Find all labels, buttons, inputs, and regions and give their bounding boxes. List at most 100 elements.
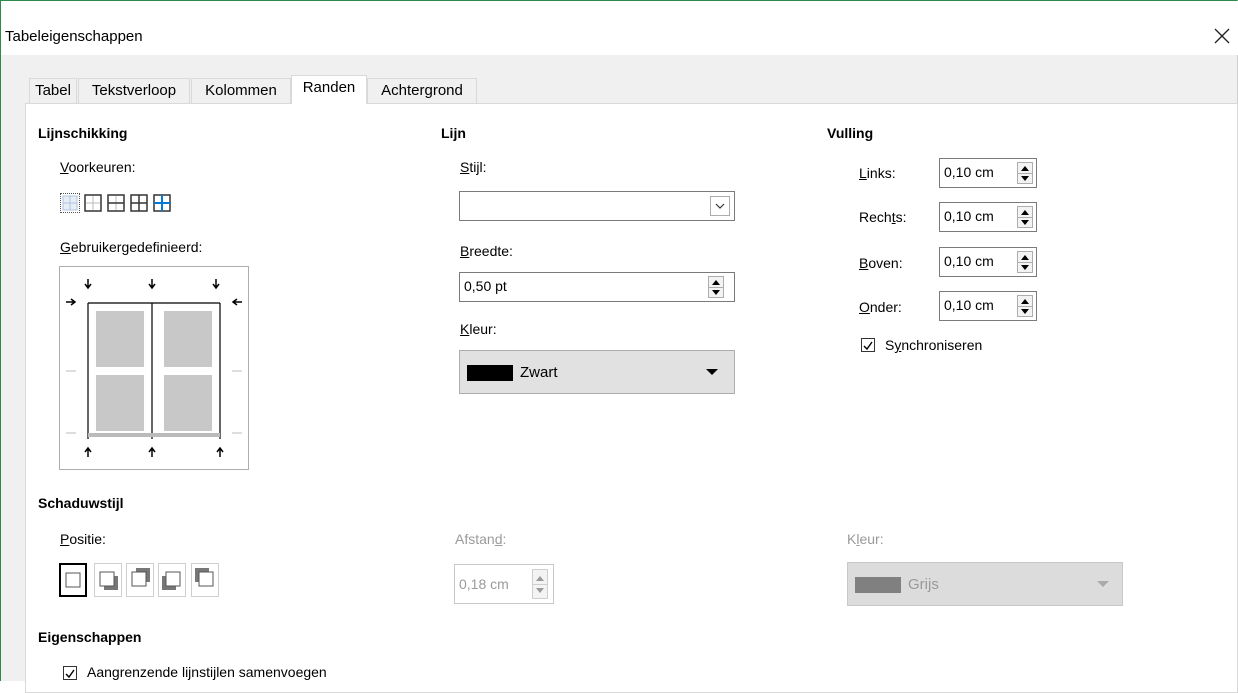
padding-right-input[interactable]: 0,10 cm: [939, 202, 1037, 232]
checkmark-icon: [863, 341, 873, 351]
line-heading: Lijn: [441, 125, 466, 141]
width-label-rest: reedte:: [469, 243, 513, 259]
merge-adjacent-checkbox[interactable]: [63, 666, 77, 680]
shadow-color-post: eur:: [859, 531, 884, 547]
border-outer-inner-icon: [153, 194, 171, 212]
sync-pre: S: [885, 337, 895, 353]
presets-label-rest: oorkeuren:: [68, 159, 136, 175]
distance-post: :: [502, 531, 507, 547]
width-spin-buttons[interactable]: [708, 276, 724, 298]
padding-bottom-value: 0,10 cm: [944, 297, 994, 313]
presets-label: Voorkeuren:: [60, 159, 136, 175]
padding-left-spin[interactable]: [1017, 162, 1033, 184]
padding-left-input[interactable]: 0,10 cm: [939, 158, 1037, 188]
position-mnemonic: P: [60, 531, 70, 547]
border-none-icon: [62, 195, 78, 211]
preset-all-button[interactable]: [129, 193, 149, 213]
line-color-mnemonic: K: [460, 321, 470, 337]
style-label-rest: tijl:: [469, 159, 487, 175]
padding-top-mnemonic: B: [859, 255, 869, 271]
shadow-top-right-button[interactable]: [126, 563, 154, 597]
preset-none-button[interactable]: [60, 193, 80, 213]
padding-top-label: Boven:: [859, 255, 903, 271]
padding-bottom-label: Onder:: [859, 299, 902, 315]
shadow-top-right-icon: [131, 568, 150, 587]
border-editor[interactable]: [59, 266, 249, 470]
padding-right-pre: Rech: [859, 209, 892, 225]
preset-outer-inner-button[interactable]: [152, 193, 172, 213]
shadow-bottom-left-icon: [162, 571, 181, 590]
shadow-color-label: Kleur:: [847, 531, 884, 547]
line-color-label: Kleur:: [460, 321, 497, 337]
dialog-window: Tabeleigenschappen Tabel Tekstverloop Ko…: [0, 0, 1238, 693]
dropdown-arrow-icon: [706, 369, 718, 375]
shadow-bottom-left-button[interactable]: [158, 563, 186, 597]
shadow-distance-spin[interactable]: [532, 569, 548, 599]
line-color-swatch: [467, 365, 513, 381]
style-dropdown-button[interactable]: [710, 196, 730, 216]
border-all-icon: [130, 194, 148, 212]
user-defined-label-rest: ebruikergedefinieerd:: [70, 239, 203, 255]
position-label-rest: ositie:: [69, 531, 106, 547]
synchronize-checkbox[interactable]: [861, 338, 875, 352]
checkmark-icon: [65, 669, 75, 679]
properties-heading: Eigenschappen: [38, 629, 142, 645]
line-color-button[interactable]: Zwart: [459, 350, 735, 394]
shadow-top-left-button[interactable]: [191, 563, 219, 597]
shadow-color-pre: K: [847, 531, 857, 547]
padding-heading: Vulling: [827, 125, 874, 141]
padding-right-spin[interactable]: [1017, 206, 1033, 228]
shadow-distance-input[interactable]: 0,18 cm: [454, 564, 554, 604]
padding-top-input[interactable]: 0,10 cm: [939, 247, 1037, 277]
shadow-color-value: Grijs: [908, 576, 939, 593]
tab-kolommen[interactable]: Kolommen: [191, 78, 291, 103]
padding-bottom-post: nder:: [869, 299, 902, 315]
padding-left-label: Links:: [859, 165, 896, 181]
shadow-bottom-right-icon: [99, 571, 118, 590]
user-defined-label: Gebruikergedefinieerd:: [60, 239, 202, 255]
preset-outer-button[interactable]: [83, 193, 103, 213]
style-mnemonic: S: [460, 159, 470, 175]
shadow-color-button[interactable]: Grijs: [847, 562, 1123, 606]
padding-left-value: 0,10 cm: [944, 164, 994, 180]
spin-up-icon: [712, 280, 720, 285]
shadow-color-swatch: [855, 577, 901, 593]
title-bar: Tabeleigenschappen: [1, 1, 1238, 55]
line-color-value: Zwart: [520, 364, 558, 381]
padding-bottom-input[interactable]: 0,10 cm: [939, 291, 1037, 321]
tab-achtergrond[interactable]: Achtergrond: [367, 78, 477, 103]
width-value: 0,50 pt: [464, 278, 507, 294]
shadow-none-icon: [65, 572, 81, 588]
tab-tabel[interactable]: Tabel: [29, 78, 77, 103]
shadow-position-label: Positie:: [60, 531, 106, 547]
shadow-distance-value: 0,18 cm: [459, 576, 509, 592]
padding-bottom-mnemonic: O: [859, 299, 870, 315]
close-button[interactable]: [1211, 25, 1233, 47]
width-label: Breedte:: [460, 243, 513, 259]
shadow-none-button[interactable]: [59, 563, 87, 597]
line-arrangement-heading: Lijnschikking: [38, 125, 128, 141]
synchronize-label: Synchroniseren: [885, 337, 982, 353]
padding-top-spin[interactable]: [1017, 251, 1033, 273]
spin-down-icon: [712, 290, 720, 295]
width-mnemonic: B: [460, 243, 470, 259]
padding-right-post: s:: [895, 209, 907, 225]
tab-randen[interactable]: Randen: [291, 75, 367, 104]
tab-tekstverloop[interactable]: Tekstverloop: [78, 78, 190, 103]
sync-post: nchroniseren: [901, 337, 983, 353]
user-defined-mnemonic: G: [60, 239, 71, 255]
padding-right-value: 0,10 cm: [944, 208, 994, 224]
line-color-label-rest: leur:: [469, 321, 497, 337]
distance-pre: Afstan: [455, 531, 495, 547]
padding-left-post: inks:: [866, 165, 896, 181]
style-select[interactable]: [459, 191, 735, 221]
preset-outer-horizontal-button[interactable]: [106, 193, 126, 213]
padding-top-value: 0,10 cm: [944, 253, 994, 269]
dialog-title: Tabeleigenschappen: [5, 28, 143, 45]
padding-top-post: oven:: [868, 255, 903, 271]
shadow-bottom-right-button[interactable]: [94, 563, 122, 597]
shadow-distance-label: Afstand:: [455, 531, 506, 547]
border-outer-icon: [84, 194, 102, 212]
width-spinfield[interactable]: 0,50 pt: [459, 272, 735, 302]
padding-bottom-spin[interactable]: [1017, 295, 1033, 317]
